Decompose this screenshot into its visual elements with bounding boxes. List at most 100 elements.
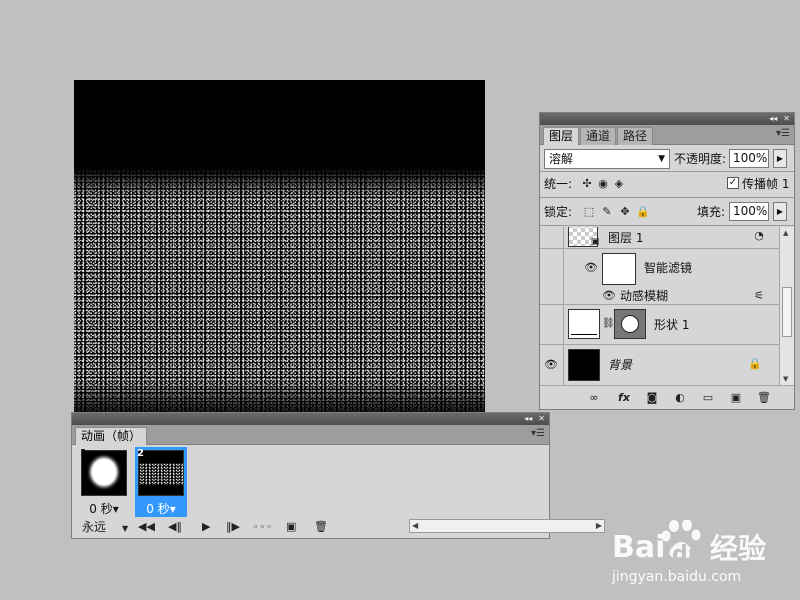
panel-menu-icon[interactable]: ▾☰: [531, 428, 545, 439]
frame-delay-select[interactable]: 0 秒▾: [78, 500, 130, 517]
scroll-down-icon[interactable]: ▼: [783, 375, 788, 383]
layers-bottom-toolbar: ∞ fx ◙ ◐ ▭ ▣ 🗑: [540, 385, 794, 409]
unify-position-icon[interactable]: ✣: [580, 177, 594, 191]
noise-fade-bottom: [74, 380, 485, 412]
filter-name[interactable]: 动感模糊: [620, 288, 668, 304]
baidu-jingyan-watermark: Bai​ du 经验 jingyan.baidu.com: [610, 519, 790, 592]
eye-icon[interactable]: 👁: [584, 261, 598, 275]
chevron-down-icon: ▼: [658, 154, 665, 164]
fx-icon[interactable]: fx: [616, 390, 632, 406]
lock-pixels-brush-icon[interactable]: ✎: [600, 205, 614, 219]
previous-frame-icon[interactable]: ◀‖: [168, 520, 182, 534]
watermark-brand2: du: [672, 542, 704, 567]
duplicate-frame-icon[interactable]: ▣: [286, 520, 296, 534]
close-icon[interactable]: ✕: [538, 413, 545, 425]
eye-icon[interactable]: 👁: [544, 358, 558, 372]
propagate-label: 传播帧 1: [742, 177, 790, 191]
visibility-toggle[interactable]: 👁: [540, 345, 564, 385]
frame-number: 2: [137, 448, 144, 459]
next-frame-icon[interactable]: ‖▶: [226, 520, 240, 534]
tab-paths[interactable]: 路径: [617, 127, 654, 145]
scroll-thumb[interactable]: [782, 287, 792, 337]
layer-row-smart-filters[interactable]: 👁 智能滤镜: [540, 249, 779, 287]
vector-mask-thumbnail[interactable]: [614, 309, 646, 339]
smart-filter-indicator-icon: ◔: [754, 229, 764, 242]
loop-option-label: 永远: [82, 520, 107, 534]
tab-animation-frames[interactable]: 动画（帧）: [75, 427, 148, 445]
layer-row-shape1[interactable]: ⛓ 形状 1: [540, 305, 779, 345]
layer-name[interactable]: 智能滤镜: [644, 260, 692, 276]
new-layer-icon[interactable]: ▣: [728, 390, 744, 406]
animation-frame-1[interactable]: 1 0 秒▾: [78, 447, 130, 517]
lock-all-icon[interactable]: 🔒: [636, 205, 650, 219]
scroll-left-icon[interactable]: ◀: [412, 520, 418, 532]
visibility-toggle[interactable]: [540, 227, 564, 248]
scroll-right-icon[interactable]: ▶: [596, 520, 602, 532]
propagate-frame-checkbox[interactable]: ✓: [727, 177, 739, 189]
close-icon[interactable]: ✕: [783, 113, 790, 125]
opacity-slider-button[interactable]: ▶: [773, 149, 787, 168]
watermark-url: jingyan.baidu.com: [612, 569, 742, 585]
tab-channels[interactable]: 通道: [580, 127, 617, 145]
animation-panel: ◂◂ ✕ 动画（帧） ▾☰ 1 0 秒▾ 2 0 秒▾ 永远 ▼ ◀◀ ◀‖ ▶…: [71, 412, 605, 539]
layer-name[interactable]: 图层 1: [608, 230, 643, 246]
layer-thumbnail: [568, 349, 600, 381]
opacity-field[interactable]: 100%: [729, 149, 769, 168]
blend-mode-select[interactable]: 溶解 ▼: [544, 149, 670, 169]
unify-label: 统一:: [544, 177, 573, 191]
layer-row-background[interactable]: 👁 背景 🔒: [540, 345, 779, 385]
tab-layers[interactable]: 图层: [543, 127, 580, 145]
group-folder-icon[interactable]: ▭: [700, 390, 716, 406]
fill-label: 填充:: [697, 205, 726, 219]
layers-panel-titlebar[interactable]: ◂◂ ✕: [540, 113, 794, 125]
trash-icon[interactable]: 🗑: [756, 390, 772, 406]
watermark-product: 经验: [710, 532, 767, 565]
mask-icon[interactable]: ◙: [644, 390, 660, 406]
first-frame-icon[interactable]: ◀◀: [138, 520, 155, 534]
dissolve-noise-area: [74, 168, 485, 412]
trash-icon[interactable]: 🗑: [314, 520, 328, 534]
lock-label: 锁定:: [544, 205, 573, 219]
layer-thumbnail: [568, 309, 600, 339]
link-icon[interactable]: ∞: [586, 390, 602, 406]
document-canvas[interactable]: [74, 80, 485, 412]
filter-options-icon[interactable]: ⚟: [752, 289, 766, 303]
animation-panel-titlebar[interactable]: ◂◂ ✕: [72, 413, 549, 425]
unify-style-icon[interactable]: ◈: [612, 177, 626, 191]
layer-row-layer1[interactable]: ▣ 图层 1 ◔: [540, 227, 779, 249]
panel-menu-icon[interactable]: ▾☰: [776, 128, 790, 139]
play-icon[interactable]: ▶: [202, 520, 210, 534]
frame-thumbnail: [81, 450, 127, 496]
lock-position-icon[interactable]: ✥: [618, 205, 632, 219]
smart-object-icon: ▣: [590, 237, 600, 247]
layer-name[interactable]: 形状 1: [654, 317, 689, 333]
visibility-toggle[interactable]: [540, 305, 564, 344]
opacity-label: 不透明度:: [674, 152, 727, 166]
layer-row-motion-blur[interactable]: 👁 动感模糊 ⚟: [540, 287, 779, 305]
tween-icon[interactable]: ∘∘∘: [252, 520, 273, 534]
fill-field[interactable]: 100%: [729, 202, 769, 221]
visibility-toggle[interactable]: [540, 287, 564, 304]
loop-option-select[interactable]: 永远: [82, 520, 106, 534]
scroll-up-icon[interactable]: ▲: [783, 229, 788, 237]
chevron-down-icon[interactable]: ▼: [122, 522, 128, 536]
eye-icon[interactable]: 👁: [602, 289, 616, 303]
watermark-brand: Bai: [612, 530, 666, 565]
collapse-icon[interactable]: ◂◂: [769, 113, 777, 125]
frame-number: 1: [80, 448, 87, 459]
collapse-icon[interactable]: ◂◂: [524, 413, 532, 425]
frames-horizontal-scrollbar[interactable]: ◀ ▶: [409, 519, 605, 533]
link-icon[interactable]: ⛓: [602, 317, 615, 331]
frame-delay-select[interactable]: 0 秒▾: [135, 500, 187, 517]
frame-thumbnail: [138, 450, 184, 496]
visibility-toggle[interactable]: [540, 249, 564, 287]
layer-name[interactable]: 背景: [608, 357, 632, 373]
adjustment-icon[interactable]: ◐: [672, 390, 688, 406]
layers-scrollbar[interactable]: ▲ ▼: [779, 227, 794, 385]
animation-frame-2[interactable]: 2 0 秒▾: [135, 447, 187, 517]
filter-mask-thumbnail[interactable]: [602, 253, 636, 285]
layers-panel-tabs: 图层 通道 路径 ▾☰: [540, 125, 794, 145]
fill-slider-button[interactable]: ▶: [773, 202, 787, 221]
unify-visibility-icon[interactable]: ◉: [596, 177, 610, 191]
lock-transparency-icon[interactable]: ⬚: [582, 205, 596, 219]
